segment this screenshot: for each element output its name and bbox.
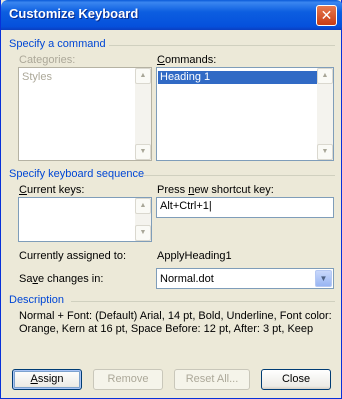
commands-scrollbar[interactable]: ▲ ▼ bbox=[317, 68, 333, 160]
keyboard-sequence-group-label: Specify keyboard sequence bbox=[9, 168, 145, 180]
current-keys-listbox[interactable]: ▲ ▼ bbox=[18, 197, 152, 242]
list-item[interactable]: Heading 1 bbox=[158, 71, 317, 84]
description-line: Orange, Kern at 16 pt, Space Before: 12 … bbox=[19, 323, 314, 335]
currently-assigned-value: ApplyHeading1 bbox=[157, 250, 232, 262]
reset-all-button[interactable]: Reset All... bbox=[174, 369, 250, 390]
save-changes-rest: e changes in: bbox=[37, 273, 104, 285]
commands-label-rest: ommands: bbox=[164, 54, 217, 66]
commands-listbox[interactable]: Heading 1 ▲ ▼ bbox=[156, 67, 334, 161]
current-keys-accel: C bbox=[19, 184, 27, 196]
window-title: Customize Keyboard bbox=[9, 6, 139, 21]
scroll-up-icon[interactable]: ▲ bbox=[135, 68, 151, 84]
list-item[interactable]: Styles bbox=[20, 71, 52, 84]
scroll-down-icon[interactable]: ▼ bbox=[317, 144, 333, 160]
close-button[interactable]: Close bbox=[261, 369, 331, 390]
assign-button[interactable]: Assign bbox=[12, 369, 82, 390]
chevron-down-icon[interactable]: ▼ bbox=[315, 270, 332, 287]
press-shortcut-label: Press new shortcut key: bbox=[157, 184, 274, 196]
scroll-up-icon[interactable]: ▲ bbox=[317, 68, 333, 84]
scroll-down-icon[interactable]: ▼ bbox=[135, 225, 151, 241]
scroll-up-icon[interactable]: ▲ bbox=[135, 198, 151, 214]
categories-label: Categories: bbox=[19, 54, 76, 66]
description-group-label: Description bbox=[9, 294, 65, 306]
assign-rest: ssign bbox=[37, 373, 64, 385]
commands-label-accel: C bbox=[157, 54, 165, 66]
categories-listbox[interactable]: Styles ▲ ▼ bbox=[18, 67, 152, 161]
close-icon[interactable]: ✕ bbox=[316, 5, 337, 26]
group-divider bbox=[109, 45, 335, 46]
save-changes-prefix: Sa bbox=[19, 273, 33, 285]
save-changes-value: Normal.dot bbox=[160, 273, 214, 285]
shortcut-key-input[interactable]: Alt+Ctrl+1| bbox=[156, 197, 334, 218]
scroll-down-icon[interactable]: ▼ bbox=[135, 144, 151, 160]
group-divider bbox=[71, 301, 335, 302]
currently-assigned-label: Currently assigned to: bbox=[19, 250, 126, 262]
title-bar[interactable]: Customize Keyboard ✕ bbox=[1, 0, 342, 30]
current-keys-rest: urrent keys: bbox=[26, 184, 85, 196]
categories-scrollbar[interactable]: ▲ ▼ bbox=[135, 68, 151, 160]
description-line: Normal + Font: (Default) Arial, 14 pt, B… bbox=[19, 310, 332, 322]
save-changes-dropdown[interactable]: Normal.dot ▼ bbox=[156, 268, 334, 289]
assign-accel: A bbox=[30, 373, 38, 385]
group-divider bbox=[143, 175, 335, 176]
current-keys-label: Current keys: bbox=[19, 184, 84, 196]
current-keys-scrollbar[interactable]: ▲ ▼ bbox=[135, 198, 151, 241]
remove-button[interactable]: Remove bbox=[93, 369, 163, 390]
press-shortcut-rest: ew shortcut key: bbox=[194, 184, 274, 196]
customize-keyboard-dialog: Customize Keyboard ✕ Specify a command C… bbox=[0, 0, 342, 399]
specify-command-group-label: Specify a command bbox=[9, 38, 106, 50]
commands-label: Commands: bbox=[157, 54, 216, 66]
save-changes-label: Save changes in: bbox=[19, 273, 103, 285]
press-shortcut-prefix: Press bbox=[157, 184, 189, 196]
